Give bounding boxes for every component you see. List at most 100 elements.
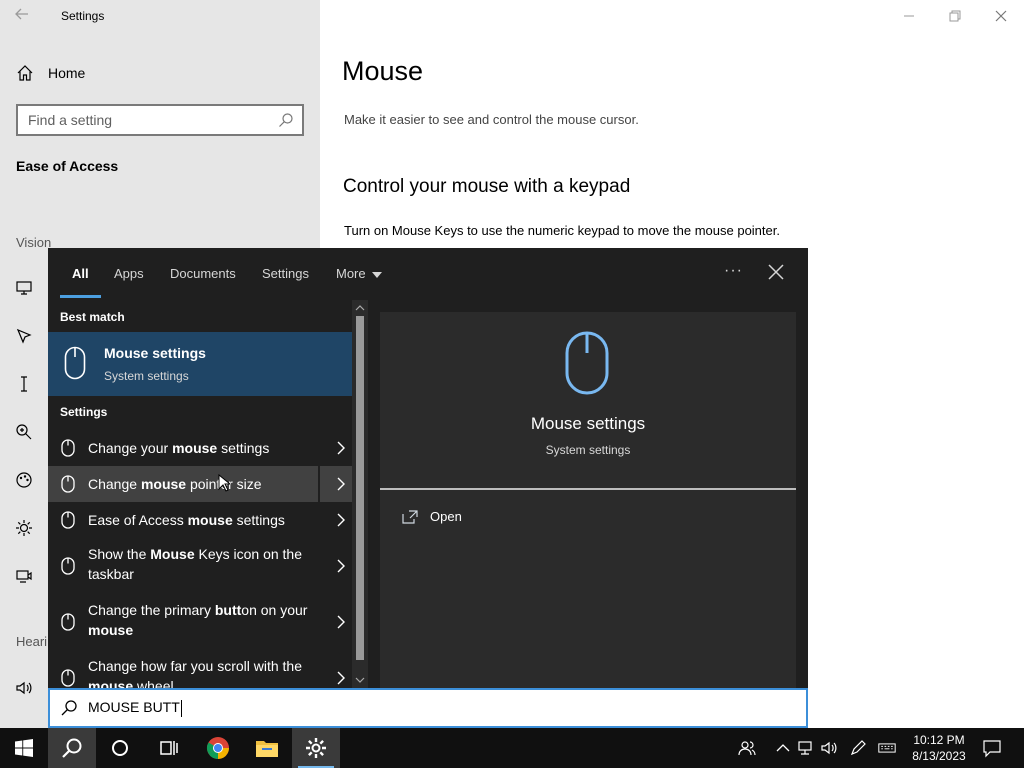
tab-documents[interactable]: Documents (170, 266, 236, 281)
mouse-pointer-icon[interactable] (15, 327, 33, 345)
clock[interactable]: 10:12 PM 8/13/2023 (900, 732, 978, 764)
search-tabs: All Apps Documents Settings More ··· (48, 248, 808, 300)
search-results-list: Best match Mouse settings System setting… (48, 300, 352, 688)
people-icon[interactable] (738, 739, 756, 757)
search-input[interactable]: MOUSE BUTT (48, 688, 808, 728)
chevron-right-icon[interactable] (336, 513, 346, 527)
search-result-item[interactable]: Change how far you scroll with the mouse… (48, 650, 352, 688)
notification-icon[interactable] (982, 738, 1002, 758)
search-result-match-text: mouse (140, 476, 187, 492)
tab-apps[interactable]: Apps (114, 266, 144, 281)
tab-all[interactable]: All (72, 266, 89, 281)
more-options-icon[interactable]: ··· (724, 262, 743, 280)
search-result-text: settings (232, 512, 285, 528)
chevron-right-icon[interactable] (336, 477, 346, 491)
keyboard-icon[interactable] (878, 739, 896, 757)
clock-time: 10:12 PM (913, 733, 965, 747)
scroll-up-icon[interactable] (355, 303, 365, 313)
best-match-title: Mouse settings (104, 345, 206, 361)
search-result-item[interactable]: Ease of Access mouse settings (48, 502, 352, 538)
mouse-icon (61, 439, 75, 457)
sidebar-item-home[interactable]: Home (16, 62, 85, 84)
search-result-label: Show the Mouse Keys icon on the taskbar (88, 544, 316, 584)
mouse-icon (565, 331, 609, 395)
scroll-thumb[interactable] (356, 316, 364, 660)
mouse-icon (61, 613, 75, 631)
section-heading: Control your mouse with a keypad (343, 176, 631, 197)
display-icon[interactable] (15, 279, 33, 297)
search-result-item[interactable]: Change mouse pointer size (48, 466, 352, 502)
search-result-match-text: mouse (172, 440, 218, 456)
section-description: Turn on Mouse Keys to use the numeric ke… (344, 223, 780, 238)
section-title: Ease of Access (16, 158, 119, 174)
open-button[interactable]: Open (402, 509, 462, 524)
gear-icon (306, 738, 326, 758)
scroll-down-icon[interactable] (355, 675, 365, 685)
preview-divider (380, 488, 796, 490)
taskbar: 10:12 PM 8/13/2023 (0, 728, 1024, 768)
tab-more-label: More (336, 266, 366, 281)
search-result-text: Show the (88, 546, 151, 562)
chevron-right-icon[interactable] (336, 559, 346, 573)
best-match-result[interactable]: Mouse settings System settings (48, 332, 352, 396)
text-cursor-icon[interactable] (15, 375, 33, 393)
results-scrollbar[interactable] (352, 300, 368, 688)
close-icon[interactable] (766, 262, 786, 282)
best-match-label: Best match (60, 310, 125, 324)
search-query: MOUSE BUTT (88, 699, 182, 717)
task-view-button[interactable] (144, 728, 192, 768)
search-result-item[interactable]: Change your mouse settings (48, 430, 352, 466)
cortana-button[interactable] (96, 728, 144, 768)
page-description: Make it easier to see and control the mo… (344, 112, 639, 127)
maximize-button[interactable] (932, 0, 978, 32)
high-contrast-icon[interactable] (15, 519, 33, 537)
narrator-icon[interactable] (15, 567, 33, 585)
search-result-item[interactable]: Change the primary button on your mouse (48, 594, 352, 650)
mouse-icon (61, 669, 75, 687)
search-result-text: wheel (133, 678, 174, 688)
chevron-right-icon[interactable] (336, 441, 346, 455)
find-setting-input[interactable]: Find a setting (16, 104, 304, 136)
search-result-item[interactable]: Show the Mouse Keys icon on the taskbar (48, 538, 352, 594)
mouse-cursor-icon (218, 474, 230, 492)
vision-label: Vision (16, 235, 52, 250)
back-arrow-icon[interactable] (14, 6, 34, 26)
color-filter-icon[interactable] (15, 471, 33, 489)
result-separator (318, 466, 320, 502)
search-result-text: on on your (241, 602, 308, 618)
network-icon[interactable] (797, 739, 815, 757)
volume-icon[interactable] (820, 739, 838, 757)
chrome-taskbar-button[interactable] (194, 728, 242, 768)
file-explorer-taskbar-button[interactable] (243, 728, 291, 768)
mouse-icon (61, 475, 75, 493)
chevron-up-icon[interactable] (774, 739, 792, 757)
tab-settings[interactable]: Settings (262, 266, 309, 281)
magnifier-icon[interactable] (15, 423, 33, 441)
clock-date: 8/13/2023 (912, 749, 966, 763)
taskbar-search-button[interactable] (48, 728, 96, 768)
search-query-text: MOUSE BUTT (88, 699, 180, 716)
find-setting-placeholder: Find a setting (28, 112, 113, 128)
best-match-subtitle: System settings (104, 369, 189, 383)
chevron-right-icon[interactable] (336, 671, 346, 685)
search-icon (279, 113, 293, 127)
chevron-right-icon[interactable] (336, 615, 346, 629)
pen-icon[interactable] (849, 739, 867, 757)
mouse-icon (61, 557, 75, 575)
sidebar-item-home-label: Home (48, 65, 86, 81)
search-result-match-text: butt (214, 602, 242, 618)
settings-taskbar-button[interactable] (292, 728, 340, 768)
minimize-button[interactable] (886, 0, 932, 32)
start-button[interactable] (0, 728, 48, 768)
search-result-match-text: Mouse (150, 546, 195, 562)
active-tab-indicator (60, 295, 101, 298)
tab-more[interactable]: More (336, 266, 382, 281)
preview-subtitle: System settings (545, 443, 631, 457)
close-button[interactable] (978, 0, 1024, 32)
audio-icon[interactable] (15, 679, 33, 697)
hearing-label: Heari (16, 634, 48, 649)
search-result-label: Change how far you scroll with the mouse… (88, 656, 316, 688)
folder-icon (256, 741, 278, 757)
search-result-label: Change the primary button on your mouse (88, 600, 316, 640)
search-result-label: Change your mouse settings (88, 438, 316, 458)
